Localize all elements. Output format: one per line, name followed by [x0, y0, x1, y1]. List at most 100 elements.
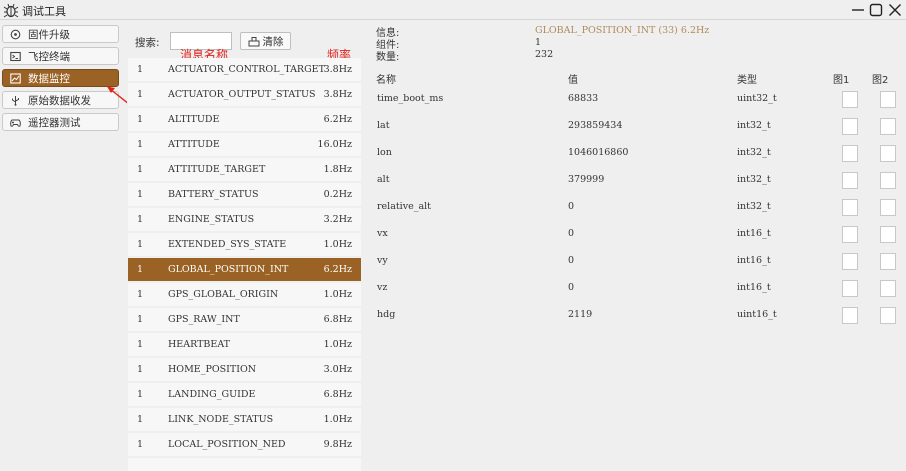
message-name: GPS_GLOBAL_ORIGIN	[168, 289, 279, 300]
message-row[interactable]: 1 ATTITUDE 16.0Hz	[128, 133, 361, 156]
sidebar-item-rc-test[interactable]: 遥控器测试	[2, 113, 119, 131]
column-header-chart1: 图1	[833, 75, 850, 86]
message-name: LINK_NODE_STATUS	[168, 414, 274, 425]
field-value: 68833	[568, 93, 599, 104]
maximize-button[interactable]	[867, 1, 884, 18]
field-name: lon	[377, 147, 392, 158]
message-row[interactable]: 1 GPS_RAW_INT 6.8Hz	[128, 308, 361, 331]
message-row[interactable]: 1 HOME_POSITION 3.0Hz	[128, 358, 361, 381]
chart2-checkbox[interactable]	[880, 226, 896, 243]
message-frequency: 3.8Hz	[323, 89, 352, 100]
message-row[interactable]: 1 ACTUATOR_OUTPUT_STATUS 3.8Hz	[128, 83, 361, 106]
message-frequency: 1.0Hz	[323, 289, 352, 300]
clear-button-label: 清除	[262, 35, 284, 48]
chart2-checkbox[interactable]	[880, 280, 896, 297]
field-name: alt	[377, 174, 390, 185]
sidebar-item-terminal[interactable]: 飞控终端	[2, 47, 119, 65]
message-count: 1	[137, 439, 144, 450]
message-row-partial[interactable]	[128, 458, 361, 471]
message-count: 1	[137, 239, 144, 250]
title-bar: 调试工具	[0, 0, 906, 20]
chart1-checkbox[interactable]	[842, 199, 858, 216]
field-type: uint16_t	[737, 309, 777, 320]
message-frequency: 3.8Hz	[323, 64, 352, 75]
message-row-selected[interactable]: 1 GLOBAL_POSITION_INT 6.2Hz	[128, 258, 361, 281]
field-value: 0	[568, 228, 575, 239]
message-row[interactable]: 1 LANDING_GUIDE 6.8Hz	[128, 383, 361, 406]
message-count: 1	[137, 339, 144, 350]
message-frequency: 1.0Hz	[323, 414, 352, 425]
message-row[interactable]: 1 ACTUATOR_CONTROL_TARGET 3.8Hz	[128, 58, 361, 81]
field-row: lon 1046016860 int32_t	[364, 141, 906, 168]
message-row[interactable]: 1 LOCAL_POSITION_NED 9.8Hz	[128, 433, 361, 456]
field-value: 293859434	[568, 120, 623, 131]
message-row[interactable]: 1 ENGINE_STATUS 3.2Hz	[128, 208, 361, 231]
message-row[interactable]: 1 BATTERY_STATUS 0.2Hz	[128, 183, 361, 206]
info-value: GLOBAL_POSITION_INT (33) 6.2Hz	[535, 25, 710, 36]
message-frequency: 1.0Hz	[323, 339, 352, 350]
chart2-checkbox[interactable]	[880, 253, 896, 270]
message-row[interactable]: 1 EXTENDED_SYS_STATE 1.0Hz	[128, 233, 361, 256]
field-type: int32_t	[737, 201, 771, 212]
message-list: 1 ACTUATOR_CONTROL_TARGET 3.8Hz 1 ACTUATOR_…	[128, 58, 361, 471]
message-name: LANDING_GUIDE	[168, 389, 256, 400]
field-type: int32_t	[737, 147, 771, 158]
chart1-checkbox[interactable]	[842, 145, 858, 162]
message-frequency: 6.8Hz	[323, 314, 352, 325]
message-count: 1	[137, 389, 144, 400]
minimize-button[interactable]	[849, 1, 866, 18]
message-detail-panel: 信息: GLOBAL_POSITION_INT (33) 6.2Hz 组件: 1…	[364, 21, 906, 471]
message-count: 1	[137, 289, 144, 300]
chart2-checkbox[interactable]	[880, 199, 896, 216]
message-frequency: 16.0Hz	[317, 139, 352, 150]
message-count: 1	[137, 114, 144, 125]
field-type: int16_t	[737, 282, 771, 293]
message-row[interactable]: 1 HEARTBEAT 1.0Hz	[128, 333, 361, 356]
sidebar-item-firmware[interactable]: 固件升级	[2, 25, 119, 43]
message-frequency: 6.2Hz	[323, 264, 352, 275]
message-row[interactable]: 1 GPS_GLOBAL_ORIGIN 1.0Hz	[128, 283, 361, 306]
chart1-checkbox[interactable]	[842, 172, 858, 189]
chart2-checkbox[interactable]	[880, 91, 896, 108]
search-label: 搜索:	[135, 37, 160, 49]
chart1-checkbox[interactable]	[842, 307, 858, 324]
message-name: GPS_RAW_INT	[168, 314, 240, 325]
field-value: 2119	[568, 309, 593, 320]
message-count: 1	[137, 189, 144, 200]
message-row[interactable]: 1 ALTITUDE 6.2Hz	[128, 108, 361, 131]
message-frequency: 0.2Hz	[323, 189, 352, 200]
message-frequency: 6.8Hz	[323, 389, 352, 400]
message-row[interactable]: 1 ATTITUDE_TARGET 1.8Hz	[128, 158, 361, 181]
field-row: lat 293859434 int32_t	[364, 114, 906, 141]
chart2-checkbox[interactable]	[880, 145, 896, 162]
chart1-checkbox[interactable]	[842, 118, 858, 135]
clear-icon	[248, 36, 259, 46]
message-name: GLOBAL_POSITION_INT	[168, 264, 289, 275]
sidebar-item-label: 遥控器测试	[28, 116, 81, 129]
close-button[interactable]	[886, 1, 903, 18]
chart2-checkbox[interactable]	[880, 307, 896, 324]
field-row: hdg 2119 uint16_t	[364, 303, 906, 330]
gamepad-icon	[8, 115, 22, 129]
message-name: ATTITUDE	[168, 139, 220, 150]
sidebar-item-label: 原始数据收发	[28, 94, 91, 107]
message-row[interactable]: 1 LINK_NODE_STATUS 1.0Hz	[128, 408, 361, 431]
message-count: 1	[137, 364, 144, 375]
message-list-panel: 搜索: 清除 消息名称 频率 1 ACTUATOR_CONTROL_TARGET 3…	[127, 21, 361, 471]
sidebar-item-data-monitor[interactable]: 数据监控	[2, 69, 119, 87]
chart1-checkbox[interactable]	[842, 226, 858, 243]
bug-icon	[3, 3, 19, 18]
chart2-checkbox[interactable]	[880, 172, 896, 189]
chart1-checkbox[interactable]	[842, 253, 858, 270]
field-name: vx	[377, 228, 388, 239]
component-value: 1	[535, 37, 542, 48]
message-frequency: 6.2Hz	[323, 114, 352, 125]
window-title: 调试工具	[22, 5, 66, 18]
clear-button[interactable]: 清除	[240, 32, 291, 50]
chart1-checkbox[interactable]	[842, 91, 858, 108]
usb-icon	[8, 93, 22, 107]
chart1-checkbox[interactable]	[842, 280, 858, 297]
field-type: int16_t	[737, 228, 771, 239]
chart2-checkbox[interactable]	[880, 118, 896, 135]
sidebar-item-raw-data[interactable]: 原始数据收发	[2, 91, 119, 109]
